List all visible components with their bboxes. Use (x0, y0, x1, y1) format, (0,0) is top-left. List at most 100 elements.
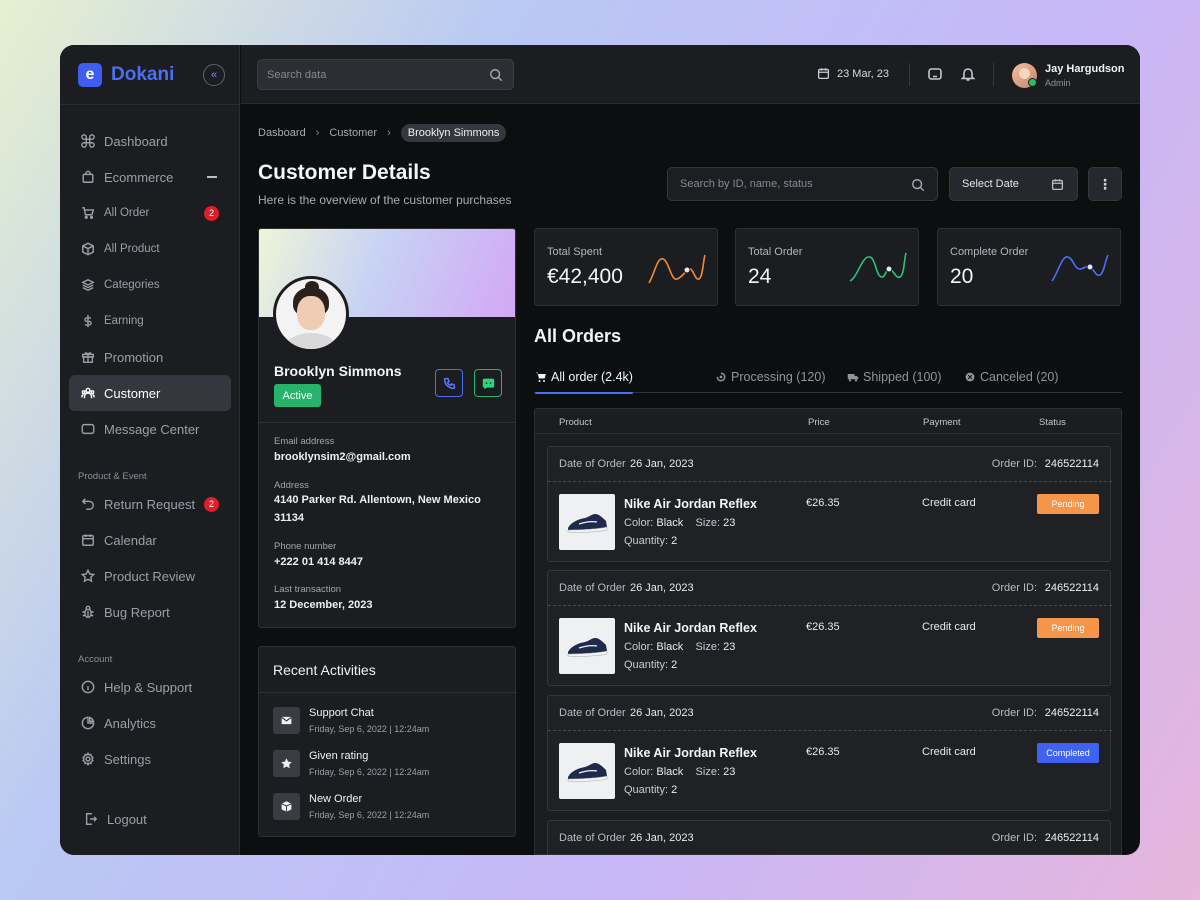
collapse-minus-icon[interactable] (207, 176, 217, 178)
last-transaction-label: Last transaction (274, 584, 342, 595)
order-date-label: Date of Order (559, 458, 626, 470)
product-name[interactable]: Nike Air Jordan Reflex (624, 746, 757, 760)
sidebar-item-categories[interactable]: Categories (69, 267, 231, 303)
logout-button[interactable]: Logout (69, 801, 231, 837)
breadcrumb-item-customer[interactable]: Customer (329, 127, 377, 139)
dashed-divider (548, 481, 1112, 482)
order-row[interactable]: Date of Order 26 Jan, 2023 Order ID: 246… (547, 820, 1111, 854)
brand[interactable]: e Dokani (78, 63, 174, 87)
bell-icon[interactable] (960, 66, 976, 82)
user-name[interactable]: Jay Hargudson (1045, 63, 1124, 75)
more-options-button[interactable]: ⋮ (1088, 167, 1122, 201)
order-row[interactable]: Date of Order 26 Jan, 2023 Order ID: 246… (547, 695, 1112, 811)
sidebar-item-message-center[interactable]: Message Center (69, 411, 231, 447)
sidebar-item-label: Categories (104, 279, 160, 291)
message-icon[interactable] (927, 66, 943, 82)
section-label-product-event: Product & Event (78, 471, 147, 482)
cancel-icon (964, 371, 976, 383)
sidebar-item-label: All Product (104, 243, 160, 255)
calendar-icon (81, 533, 95, 547)
email-label: Email address (274, 436, 335, 447)
activity-name: Support Chat (309, 707, 374, 719)
tab-shipped[interactable]: Shipped (100) (847, 370, 942, 393)
call-button[interactable] (435, 369, 463, 397)
order-id: 246522114 (1044, 707, 1099, 719)
order-search-input[interactable] (680, 178, 890, 190)
column-header-status[interactable]: Status (1039, 417, 1066, 428)
activity-item[interactable]: Support Chat Friday, Sep 6, 2022 | 12:24… (273, 707, 503, 737)
select-date-button[interactable]: Select Date (949, 167, 1078, 201)
stat-label: Total Spent (547, 246, 603, 258)
tab-canceled[interactable]: Canceled (20) (964, 370, 1059, 393)
product-variant: Color: Black Size: 23 (624, 517, 736, 529)
order-date-label: Date of Order (559, 707, 626, 719)
search-icon[interactable] (489, 68, 503, 82)
topbar: 23 Mar, 23 Jay Hargudson Admin (241, 45, 1140, 104)
topbar-separator (909, 63, 910, 86)
order-id: 246522114 (1044, 458, 1099, 470)
collapse-sidebar-button[interactable]: « (203, 64, 225, 86)
product-name[interactable]: Nike Air Jordan Reflex (624, 497, 757, 511)
address-label: Address (274, 480, 309, 491)
stat-card-total-spent: Total Spent €42,400 (534, 228, 718, 306)
online-status-dot (1028, 78, 1037, 87)
tab-all-order[interactable]: All order (2.4k) (535, 370, 633, 394)
order-payment: Credit card (922, 621, 976, 633)
sidebar-item-analytics[interactable]: Analytics (69, 705, 231, 741)
sidebar-item-all-product[interactable]: All Product (69, 231, 231, 267)
column-header-price[interactable]: Price (808, 417, 830, 428)
sidebar-item-settings[interactable]: Settings (69, 741, 231, 777)
order-row[interactable]: Date of Order 26 Jan, 2023 Order ID: 246… (547, 570, 1112, 686)
product-image[interactable] (559, 494, 615, 550)
activity-item[interactable]: Given rating Friday, Sep 6, 2022 | 12:24… (273, 750, 503, 780)
users-icon (81, 386, 95, 400)
order-id: 246522114 (1044, 582, 1099, 594)
sidebar-item-customer[interactable]: Customer (69, 375, 231, 411)
sidebar-item-label: All Order (104, 207, 150, 219)
status-badge: Pending (1037, 494, 1099, 514)
current-date: 23 Mar, 23 (817, 67, 889, 80)
product-image[interactable] (559, 743, 615, 799)
sidebar-item-calendar[interactable]: Calendar (69, 522, 231, 558)
sidebar-item-label: Dashboard (104, 133, 168, 149)
dollar-icon (81, 314, 95, 328)
sidebar-item-earning[interactable]: Earning (69, 303, 231, 339)
status-badge: Pending (1037, 618, 1099, 638)
sidebar-item-return-request[interactable]: Return Request 2 (69, 486, 231, 522)
sidebar-item-dashboard[interactable]: Dashboard (69, 123, 231, 159)
search-icon[interactable] (911, 178, 925, 192)
sidebar-item-ecommerce[interactable]: Ecommerce (69, 159, 231, 195)
column-header-payment[interactable]: Payment (923, 417, 961, 428)
sidebar-item-product-review[interactable]: Product Review (69, 558, 231, 594)
sidebar-item-promotion[interactable]: Promotion (69, 339, 231, 375)
phone-label: Phone number (274, 541, 337, 552)
column-header-product[interactable]: Product (559, 417, 592, 428)
order-id-label: Order ID: (991, 582, 1037, 594)
sidebar-item-label: Settings (104, 751, 151, 767)
sidebar-item-help-support[interactable]: Help & Support (69, 669, 231, 705)
sidebar-item-bug-report[interactable]: Bug Report (69, 594, 231, 630)
orders-table: Product Price Payment Status Date of Ord… (534, 408, 1122, 855)
breadcrumb: Dasboard › Customer › Brooklyn Simmons (258, 123, 507, 143)
sidebar-item-label: Message Center (104, 421, 200, 437)
order-payment: Credit card (922, 746, 976, 758)
page-title: Customer Details (258, 161, 431, 184)
chat-button[interactable] (474, 369, 502, 397)
breadcrumb-item-dashboard[interactable]: Dasboard (258, 127, 306, 139)
order-price: €26.35 (806, 497, 840, 509)
pie-icon (81, 716, 95, 730)
order-search[interactable] (667, 167, 938, 201)
customer-profile-card: Brooklyn Simmons Active Email address br… (258, 228, 516, 628)
return-icon (81, 497, 95, 511)
global-search-input[interactable] (267, 68, 477, 81)
order-tabs: All order (2.4k) Processing (120) Shippe… (534, 367, 1122, 394)
tab-processing[interactable]: Processing (120) (715, 370, 826, 393)
box-icon (81, 242, 95, 256)
global-search[interactable] (257, 59, 514, 90)
order-row[interactable]: Date of Order 26 Jan, 2023 Order ID: 246… (547, 446, 1112, 562)
sidebar-item-all-order[interactable]: All Order 2 (69, 195, 231, 231)
logout-icon (84, 812, 98, 826)
activity-item[interactable]: New Order Friday, Sep 6, 2022 | 12:24am (273, 793, 503, 823)
product-image[interactable] (559, 618, 615, 674)
product-name[interactable]: Nike Air Jordan Reflex (624, 621, 757, 635)
